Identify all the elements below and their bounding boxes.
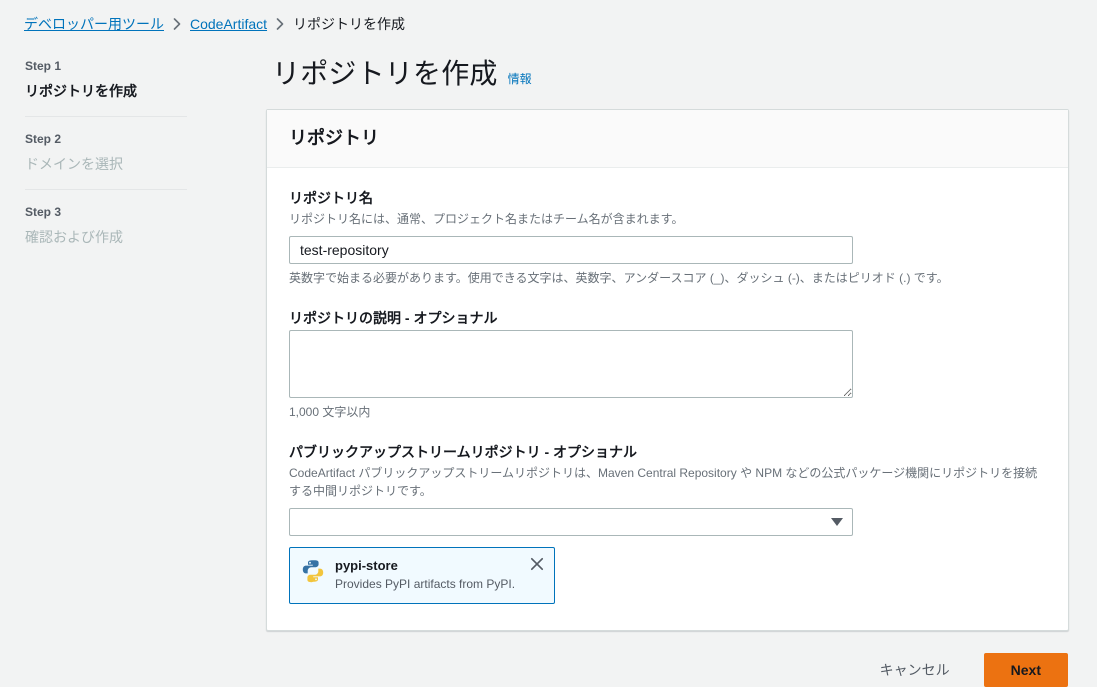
sidebar-step-2: Step 2 ドメインを選択 [25, 131, 187, 174]
upstream-select[interactable] [289, 508, 853, 536]
repository-description-label: リポジトリの説明 - オプショナル [289, 310, 498, 326]
main-content: リポジトリを作成 情報 リポジトリ リポジトリ名 リポジトリ名には、通常、プロジ… [266, 0, 1069, 687]
repository-description-constraint: 1,000 文字以内 [289, 405, 371, 419]
upstream-token-subtitle: Provides PyPI artifacts from PyPI. [335, 577, 516, 591]
page-header: リポジトリを作成 情報 [272, 0, 1069, 92]
python-logo-icon [300, 558, 326, 584]
upstream-label: パブリックアップストリームリポジトリ - オプショナル [289, 444, 638, 460]
card-body: リポジトリ名 リポジトリ名には、通常、プロジェクト名またはチーム名が含まれます。… [267, 168, 1068, 630]
sidebar-step-1-title: リポジトリを作成 [25, 83, 137, 99]
repository-name-label: リポジトリ名 [289, 190, 373, 206]
info-link[interactable]: 情報 [508, 71, 532, 87]
sidebar-step-1: Step 1 リポジトリを作成 [25, 58, 187, 101]
sidebar-step-3: Step 3 確認および作成 [25, 204, 187, 247]
upstream-token-title: pypi-store [335, 558, 398, 573]
upstream-description: CodeArtifact パブリックアップストリームリポジトリは、Maven C… [289, 466, 1038, 498]
upstream-token-text: pypi-store Provides PyPI artifacts from … [335, 557, 544, 593]
repository-name-constraint: 英数字で始まる必要があります。使用できる文字は、英数字、アンダースコア (_)、… [289, 271, 949, 285]
sidebar-divider-2 [25, 189, 187, 190]
card-header: リポジトリ [267, 110, 1068, 168]
next-button[interactable]: Next [983, 653, 1068, 687]
wizard-footer-actions: キャンセル Next [266, 653, 1069, 687]
sidebar-divider-1 [25, 116, 187, 117]
card-header-title: リポジトリ [289, 128, 379, 148]
repository-form-card: リポジトリ リポジトリ名 リポジトリ名には、通常、プロジェクト名またはチーム名が… [266, 109, 1069, 631]
breadcrumb-item-codeartifact[interactable]: CodeArtifact [190, 14, 267, 34]
repository-name-input[interactable] [289, 236, 853, 264]
cancel-button[interactable]: キャンセル [866, 654, 964, 686]
repository-description-textarea[interactable] [289, 330, 853, 398]
upstream-token-pypi-store[interactable]: pypi-store Provides PyPI artifacts from … [289, 547, 555, 604]
field-repository-description: リポジトリの説明 - オプショナル 1,000 文字以内 [289, 308, 1046, 421]
sidebar-step-3-number: Step 3 [25, 205, 62, 219]
breadcrumb-separator-icon [173, 18, 181, 30]
wizard-steps-sidebar: Step 1 リポジトリを作成 Step 2 ドメインを選択 Step 3 確認… [25, 58, 187, 262]
upstream-select-wrapper [289, 508, 853, 536]
close-icon[interactable] [529, 556, 545, 572]
sidebar-step-2-number: Step 2 [25, 132, 62, 146]
field-public-upstream-repositories: パブリックアップストリームリポジトリ - オプショナル CodeArtifact… [289, 442, 1046, 604]
breadcrumb-item-developer-tools[interactable]: デベロッパー用ツール [24, 14, 164, 34]
sidebar-step-2-title[interactable]: ドメインを選択 [25, 154, 187, 174]
sidebar-step-1-number: Step 1 [25, 59, 62, 73]
sidebar-step-3-title[interactable]: 確認および作成 [25, 227, 187, 247]
page-title: リポジトリを作成 [272, 58, 498, 89]
field-repository-name: リポジトリ名 リポジトリ名には、通常、プロジェクト名またはチーム名が含まれます。… [289, 188, 1046, 287]
repository-name-description: リポジトリ名には、通常、プロジェクト名またはチーム名が含まれます。 [289, 212, 684, 226]
